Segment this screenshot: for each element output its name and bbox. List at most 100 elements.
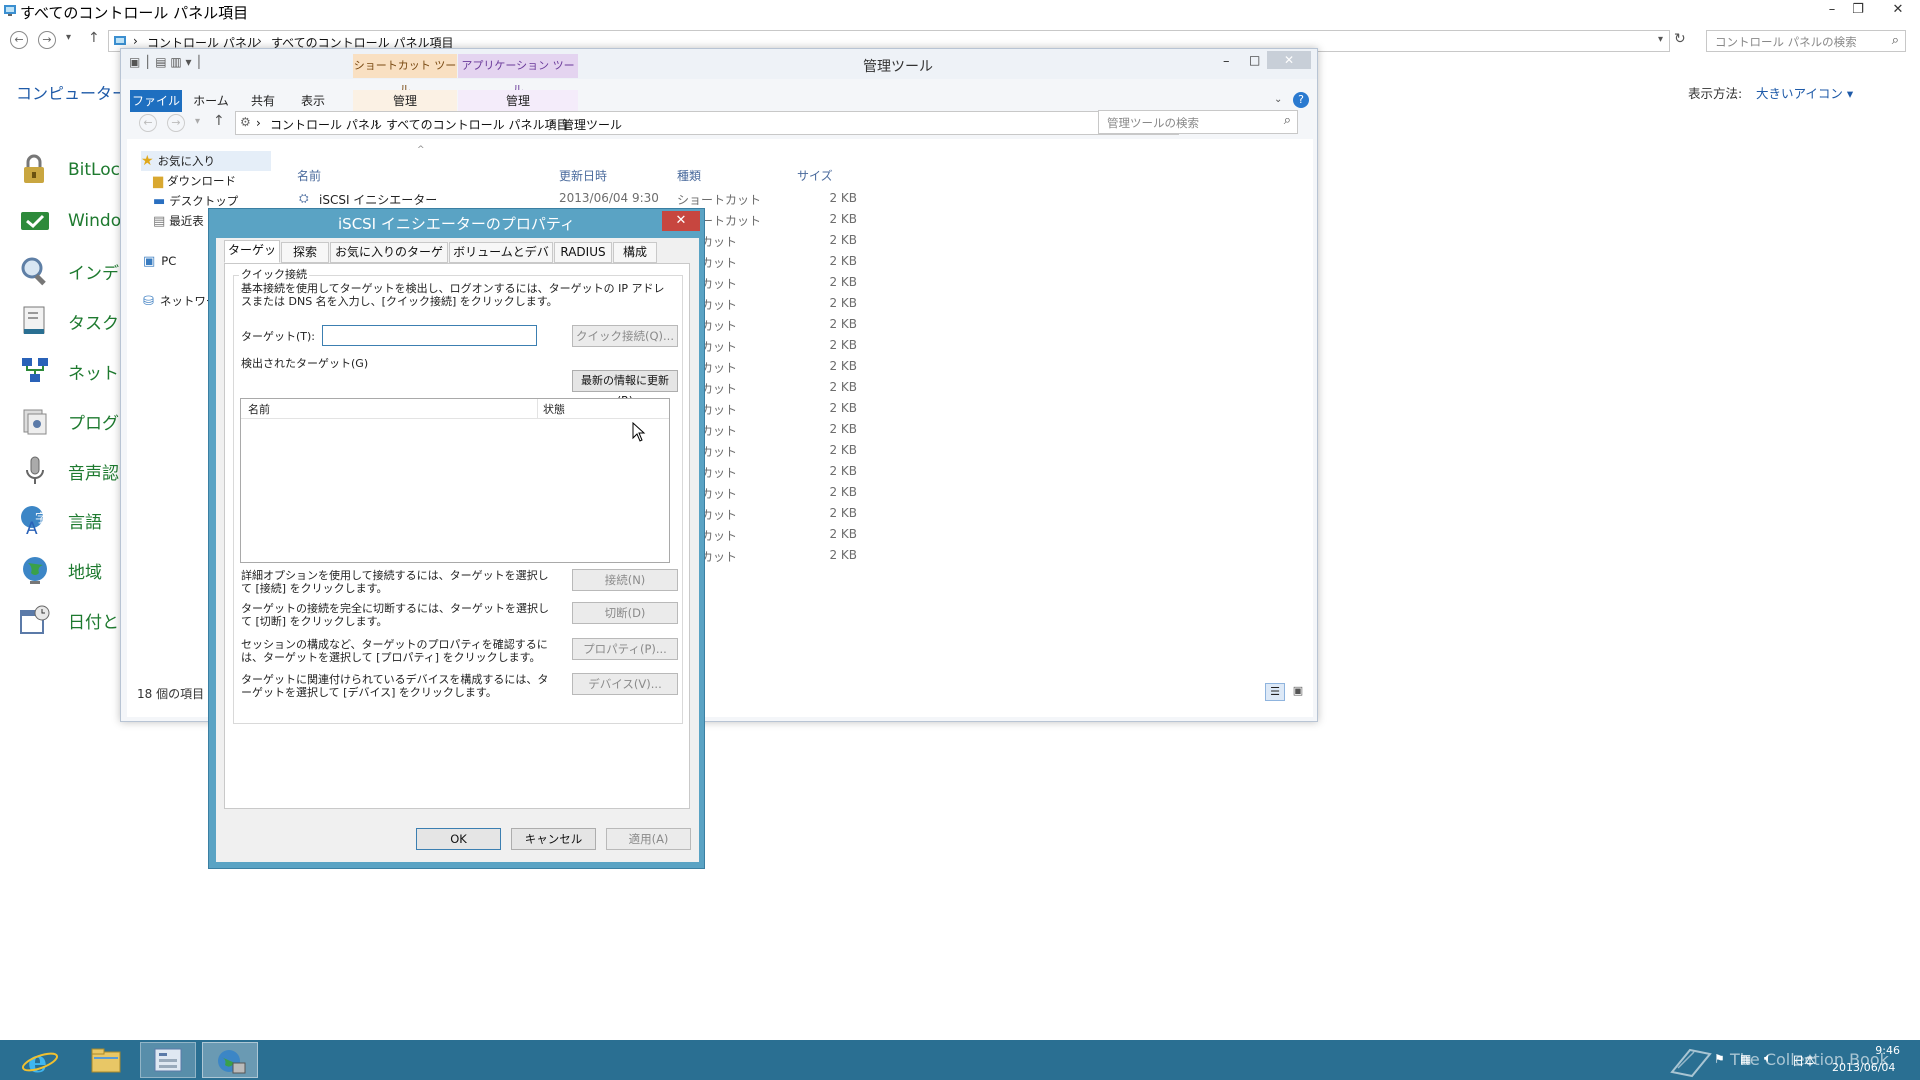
target-label: ターゲット(T): xyxy=(241,330,316,343)
targets-column-name[interactable]: 名前 xyxy=(248,403,270,416)
quick-access-toolbar-icon[interactable]: ▣ │ ▤ ▥ ▾ │ xyxy=(129,55,203,69)
control-panel-icon xyxy=(3,3,17,17)
address-dropdown-icon[interactable]: ▾ xyxy=(1658,34,1663,45)
explorer-breadcrumb-control-panel[interactable]: コントロール パネル xyxy=(270,116,382,133)
ribbon-tab-manage-application[interactable]: 管理 xyxy=(458,90,578,112)
file-row[interactable]: ⛭ iSCSI イニシエーター 2013/06/04 9:30 ショートカット 2 KB xyxy=(297,188,897,209)
taskbar-icon xyxy=(18,304,52,338)
ribbon-expand-chevron-icon[interactable]: ⌄ xyxy=(1274,94,1282,105)
large-icons-view-icon[interactable]: ▣ xyxy=(1288,683,1308,701)
column-header-type[interactable]: 種類 xyxy=(677,167,701,184)
connect-button[interactable]: 接続(N) xyxy=(572,569,678,591)
nav-downloads[interactable]: ▆ ダウンロード xyxy=(141,171,281,191)
clock-date[interactable]: 2013/06/04 xyxy=(1832,1061,1895,1074)
connect-description: 詳細オプションを使用して接続するには、ターゲットを選択して [接続] をクリック… xyxy=(241,569,549,595)
devices-button[interactable]: デバイス(V)... xyxy=(572,673,678,695)
svg-text:e: e xyxy=(28,1045,47,1078)
recent-pages-chevron-icon[interactable]: ▾ xyxy=(66,32,71,43)
refresh-targets-button[interactable]: 最新の情報に更新(R) xyxy=(572,370,678,407)
dialog-close-button[interactable]: ✕ xyxy=(662,211,700,231)
properties-description: セッションの構成など、ターゲットのプロパティを確認するには、ターゲットを選択して… xyxy=(241,638,548,664)
disconnect-button[interactable]: 切断(D) xyxy=(572,602,678,624)
minimize-button[interactable]: – xyxy=(1819,0,1845,20)
taskbar-iscsi-initiator-icon[interactable] xyxy=(202,1042,258,1078)
details-view-icon[interactable]: ☰ xyxy=(1265,683,1285,701)
explorer-maximize-button[interactable]: □ xyxy=(1249,53,1260,67)
microphone-icon xyxy=(18,454,52,488)
up-arrow-icon[interactable]: ↑ xyxy=(88,30,100,46)
ribbon-tab-manage-shortcut[interactable]: 管理 xyxy=(353,90,457,112)
file-size-cell: 2 KB xyxy=(829,443,857,457)
file-size-cell: 2 KB xyxy=(829,401,857,415)
file-size-cell: 2 KB xyxy=(829,485,857,499)
mouse-cursor-icon xyxy=(632,422,646,442)
explorer-search-icon[interactable]: ⌕ xyxy=(1284,113,1291,128)
ribbon-tab-view[interactable]: 表示 xyxy=(289,90,337,112)
tab-radius[interactable]: RADIUS xyxy=(554,242,612,263)
search-icon[interactable]: ⌕ xyxy=(1892,33,1899,48)
recent-places-icon: ▤ xyxy=(153,213,166,229)
ribbon-tab-share[interactable]: 共有 xyxy=(239,90,287,112)
nav-favorites[interactable]: ★ お気に入り xyxy=(141,151,271,171)
ribbon-tab-file[interactable]: ファイル xyxy=(130,90,182,112)
explorer-minimize-button[interactable]: – xyxy=(1223,54,1230,69)
explorer-forward-button[interactable]: → xyxy=(167,114,185,132)
explorer-close-button[interactable]: ✕ xyxy=(1267,51,1311,69)
control-panel-search-box[interactable]: コントロール パネルの検索 ⌕ xyxy=(1706,30,1906,52)
help-icon[interactable]: ? xyxy=(1293,92,1309,108)
network-tray-icon[interactable]: ▦ xyxy=(1740,1052,1751,1066)
quick-connect-description: 基本接続を使用してターゲットを検出し、ログオンするには、ターゲットの IP アド… xyxy=(241,282,665,308)
properties-button[interactable]: プロパティ(P)... xyxy=(572,638,678,660)
clock-time[interactable]: 9:46 xyxy=(1854,1044,1900,1057)
taskbar-server-manager-icon[interactable] xyxy=(140,1042,196,1078)
forward-button[interactable]: → xyxy=(38,31,56,49)
taskbar-internet-explorer-icon[interactable]: e xyxy=(18,1042,74,1078)
control-panel-small-icon xyxy=(113,34,127,48)
region-icon xyxy=(18,553,52,587)
column-header-date[interactable]: 更新日時 xyxy=(559,167,607,184)
computer-settings-link[interactable]: コンピューターの設 xyxy=(16,80,121,104)
taskbar-file-explorer-icon[interactable] xyxy=(80,1042,136,1078)
language-icon: A字 xyxy=(18,503,52,537)
explorer-breadcrumb-all-items[interactable]: すべてのコントロール パネル項目 xyxy=(386,116,569,133)
volume-icon[interactable]: 🔈︎ xyxy=(1764,1051,1772,1066)
discovered-targets-list[interactable]: 名前 状態 xyxy=(240,398,670,563)
refresh-icon[interactable]: ↻ xyxy=(1674,31,1686,47)
tab-volumes-devices[interactable]: ボリュームとデバイス xyxy=(449,242,553,278)
tab-favorite-targets[interactable]: お気に入りのターゲット xyxy=(330,242,448,278)
file-list-header: ^ 名前 更新日時 種類 サイズ xyxy=(297,139,897,183)
shortcut-file-icon: ⛭ xyxy=(299,191,309,205)
target-input[interactable] xyxy=(322,325,537,346)
column-divider xyxy=(537,399,538,419)
tab-target[interactable]: ターゲット xyxy=(224,240,280,276)
quick-connect-button[interactable]: クイック接続(Q)... xyxy=(572,325,678,347)
ok-button[interactable]: OK xyxy=(416,828,501,850)
column-header-name[interactable]: 名前 xyxy=(297,167,321,184)
close-button[interactable]: ✕ xyxy=(1882,0,1914,20)
bitlocker-icon xyxy=(18,153,52,187)
star-icon: ★ xyxy=(141,153,154,169)
explorer-breadcrumb-admin-tools[interactable]: 管理ツール xyxy=(562,116,622,133)
flag-icon[interactable]: ⚑ xyxy=(1714,1052,1725,1066)
nav-pc-label: PC xyxy=(161,254,177,268)
column-header-size[interactable]: サイズ xyxy=(797,167,833,184)
targets-column-status[interactable]: 状態 xyxy=(543,403,565,416)
explorer-up-arrow-icon[interactable]: ↑ xyxy=(213,113,225,129)
explorer-address-box[interactable]: ⚙ › コントロール パネル › すべてのコントロール パネル項目 › 管理ツー… xyxy=(235,111,1179,135)
explorer-back-button[interactable]: ← xyxy=(139,114,157,132)
back-button[interactable]: ← xyxy=(10,31,28,49)
downloads-folder-icon: ▆ xyxy=(153,173,163,189)
restore-button[interactable]: ❐ xyxy=(1845,0,1871,20)
explorer-recent-chevron-icon[interactable]: ▾ xyxy=(195,116,200,127)
indexing-icon xyxy=(18,254,52,288)
explorer-title: 管理ツール xyxy=(863,59,933,75)
tab-configuration[interactable]: 構成 xyxy=(613,242,657,263)
cancel-button[interactable]: キャンセル xyxy=(511,828,596,850)
ribbon-tab-home[interactable]: ホーム xyxy=(185,90,237,112)
view-by-dropdown[interactable]: 大きいアイコン ▾ xyxy=(1756,83,1853,102)
tab-discovery[interactable]: 探索 xyxy=(281,242,329,263)
control-panel-title: すべてのコントロール パネル項目 xyxy=(20,4,249,22)
apply-button[interactable]: 適用(A) xyxy=(606,828,691,850)
ime-indicator[interactable]: 日本 xyxy=(1792,1052,1816,1069)
explorer-search-box[interactable]: 管理ツールの検索 ⌕ xyxy=(1098,110,1298,134)
